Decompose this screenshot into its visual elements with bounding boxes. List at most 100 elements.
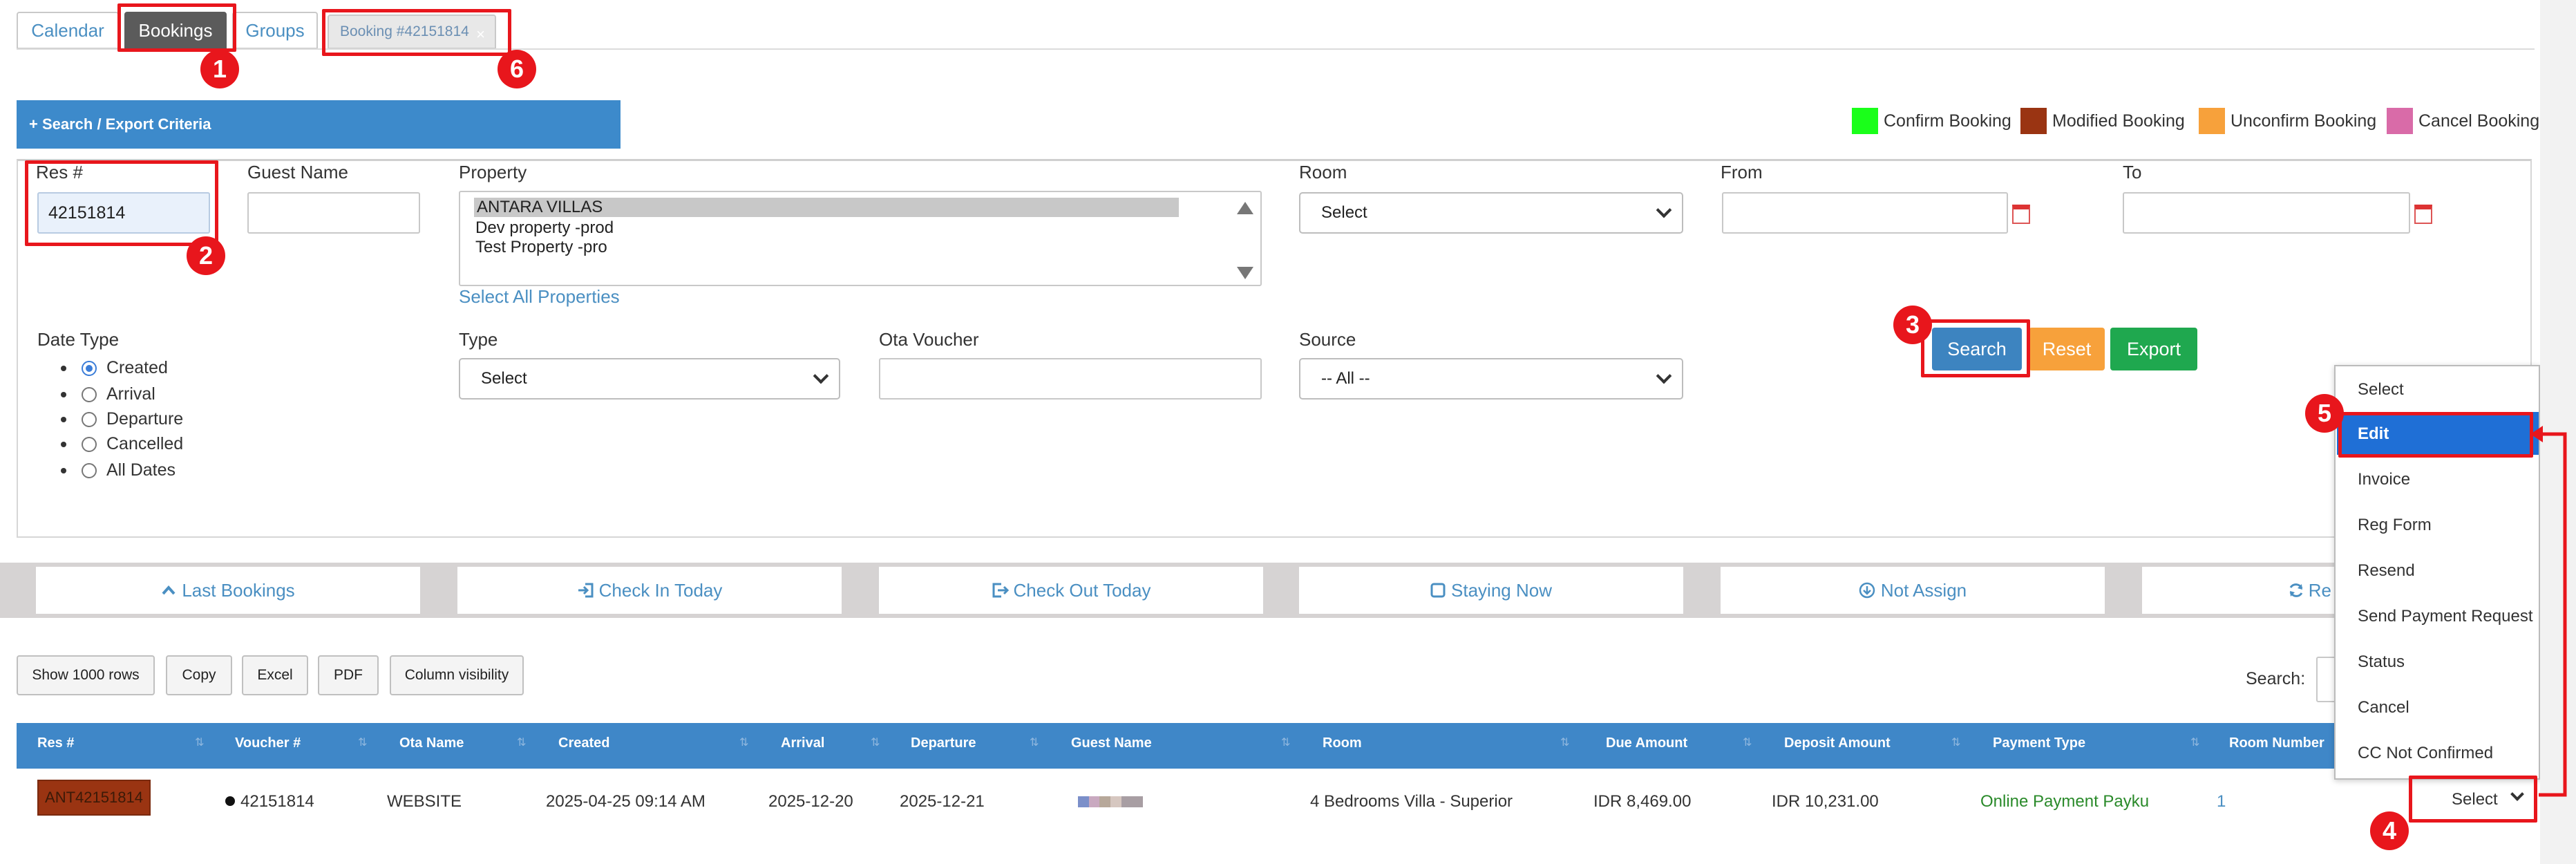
from-date-input[interactable] [1722,192,2008,234]
step-badge-1: 1 [200,50,239,88]
menu-item-cancel[interactable]: Cancel [2358,698,2409,717]
col-payment-type[interactable]: Payment Type [1993,735,2085,751]
legend-modified: Modified Booking [2020,107,2185,135]
col-arrival[interactable]: Arrival [781,735,824,751]
radio-button[interactable] [82,462,97,478]
row-action-select[interactable]: Select [2414,781,2537,818]
legend-confirm: Confirm Booking [1852,107,2011,135]
radio-button[interactable] [82,436,97,452]
to-date-input[interactable] [2123,192,2410,234]
tab-calendar[interactable]: Calendar [17,12,119,49]
sort-icon[interactable]: ⇅ [1951,735,1960,749]
col-guest-name[interactable]: Guest Name [1071,735,1152,751]
status-dot [225,796,235,806]
calendar-icon[interactable] [2012,205,2030,224]
col-room-number[interactable]: Room Number [2229,735,2324,751]
calendar-icon[interactable] [2414,205,2432,224]
last-bookings-link[interactable]: Last Bookings [36,567,420,614]
select-all-properties-link[interactable]: Select All Properties [459,286,620,308]
property-option[interactable]: Test Property -pro [475,238,607,257]
check-in-today-link[interactable]: Check In Today [457,567,842,614]
res-label: Res # [36,162,83,182]
menu-item-cc-not-confirmed[interactable]: CC Not Confirmed [2358,744,2493,763]
guest-name-label: Guest Name [247,162,348,182]
menu-item-status[interactable]: Status [2358,652,2405,672]
sort-icon[interactable]: ⇅ [1560,735,1569,749]
res-number-input[interactable]: 42151814 [37,192,210,234]
property-option[interactable]: ANTARA VILLAS [474,198,1179,217]
col-deposit-amount[interactable]: Deposit Amount [1784,735,1891,751]
sort-icon[interactable]: ⇅ [2190,735,2199,749]
legend-swatch [1852,108,1878,134]
square-icon [1430,583,1446,598]
not-assign-link[interactable]: Not Assign [1721,567,2105,614]
menu-item-select[interactable]: Select [2358,380,2404,400]
sign-in-icon [578,583,594,598]
guest-name-input[interactable] [247,192,420,234]
radio-button[interactable] [82,360,97,376]
date-type-created[interactable]: Created [61,358,168,378]
export-button[interactable]: Export [2110,328,2197,370]
legend-cancel: Cancel Booking [2387,107,2539,135]
col-created[interactable]: Created [558,735,609,751]
search-export-criteria-toggle[interactable]: + Search / Export Criteria [17,100,621,149]
sort-icon[interactable]: ⇅ [871,735,880,749]
sort-icon[interactable]: ⇅ [517,735,526,749]
type-select[interactable]: Select [459,358,840,400]
check-out-today-link[interactable]: Check Out Today [879,567,1263,614]
step-badge-2: 2 [187,236,225,275]
step-badge-6: 6 [498,50,536,88]
res-number-cell[interactable]: ANT42151814 [37,780,151,816]
property-option[interactable]: Dev property -prod [475,218,614,238]
sort-icon[interactable]: ⇅ [1281,735,1290,749]
tab-booking-detail[interactable]: Booking #42151814 × [328,15,496,49]
step-badge-5: 5 [2305,394,2344,433]
radio-button[interactable] [82,386,97,402]
excel-button[interactable]: Excel [242,655,308,695]
date-type-all-dates[interactable]: All Dates [61,460,176,480]
copy-button[interactable]: Copy [166,655,232,695]
date-type-arrival[interactable]: Arrival [61,384,155,404]
room-number-cell[interactable]: 1 [2217,792,2226,811]
col-departure[interactable]: Departure [911,735,976,751]
menu-item-reg-form[interactable]: Reg Form [2358,516,2432,535]
sort-icon[interactable]: ⇅ [195,735,204,749]
menu-item-edit[interactable]: Edit [2358,424,2389,444]
listbox-scroll-arrows[interactable] [1235,199,1255,282]
sort-icon[interactable]: ⇅ [739,735,748,749]
staying-now-link[interactable]: Staying Now [1299,567,1683,614]
date-type-departure[interactable]: Departure [61,409,183,429]
chevron-down-icon [2510,787,2524,801]
tab-groups[interactable]: Groups [232,12,318,49]
col-room[interactable]: Room [1323,735,1362,751]
col-res[interactable]: Res # [37,735,74,751]
menu-item-send-payment-request[interactable]: Send Payment Request [2358,607,2533,626]
date-type-cancelled[interactable]: Cancelled [61,434,183,454]
refresh-link[interactable]: Re [2142,567,2334,614]
property-listbox[interactable]: ANTARA VILLAS Dev property -prod Test Pr… [459,191,1262,286]
radio-button[interactable] [82,411,97,427]
menu-item-resend[interactable]: Resend [2358,561,2415,581]
source-select[interactable]: -- All -- [1299,358,1683,400]
room-cell: 4 Bedrooms Villa - Superior [1310,792,1513,811]
close-icon[interactable]: × [476,26,485,44]
chevron-down-icon [1656,368,1672,384]
column-visibility-button[interactable]: Column visibility [390,655,524,695]
sort-icon[interactable]: ⇅ [358,735,367,749]
ota-voucher-input[interactable] [879,358,1262,400]
col-due-amount[interactable]: Due Amount [1606,735,1687,751]
tab-bookings[interactable]: Bookings [124,12,227,49]
col-ota-name[interactable]: Ota Name [399,735,464,751]
sort-icon[interactable]: ⇅ [1030,735,1039,749]
refresh-icon [2289,583,2303,597]
show-rows-button[interactable]: Show 1000 rows [17,655,155,695]
sort-icon[interactable]: ⇅ [1743,735,1752,749]
col-voucher[interactable]: Voucher # [235,735,301,751]
room-select[interactable]: Select [1299,192,1683,234]
chevron-down-icon [1656,202,1672,218]
pdf-button[interactable]: PDF [318,655,379,695]
chevron-up-icon [162,585,176,595]
reset-button[interactable]: Reset [2029,328,2105,370]
menu-item-invoice[interactable]: Invoice [2358,470,2410,489]
search-button[interactable]: Search [1932,328,2022,370]
